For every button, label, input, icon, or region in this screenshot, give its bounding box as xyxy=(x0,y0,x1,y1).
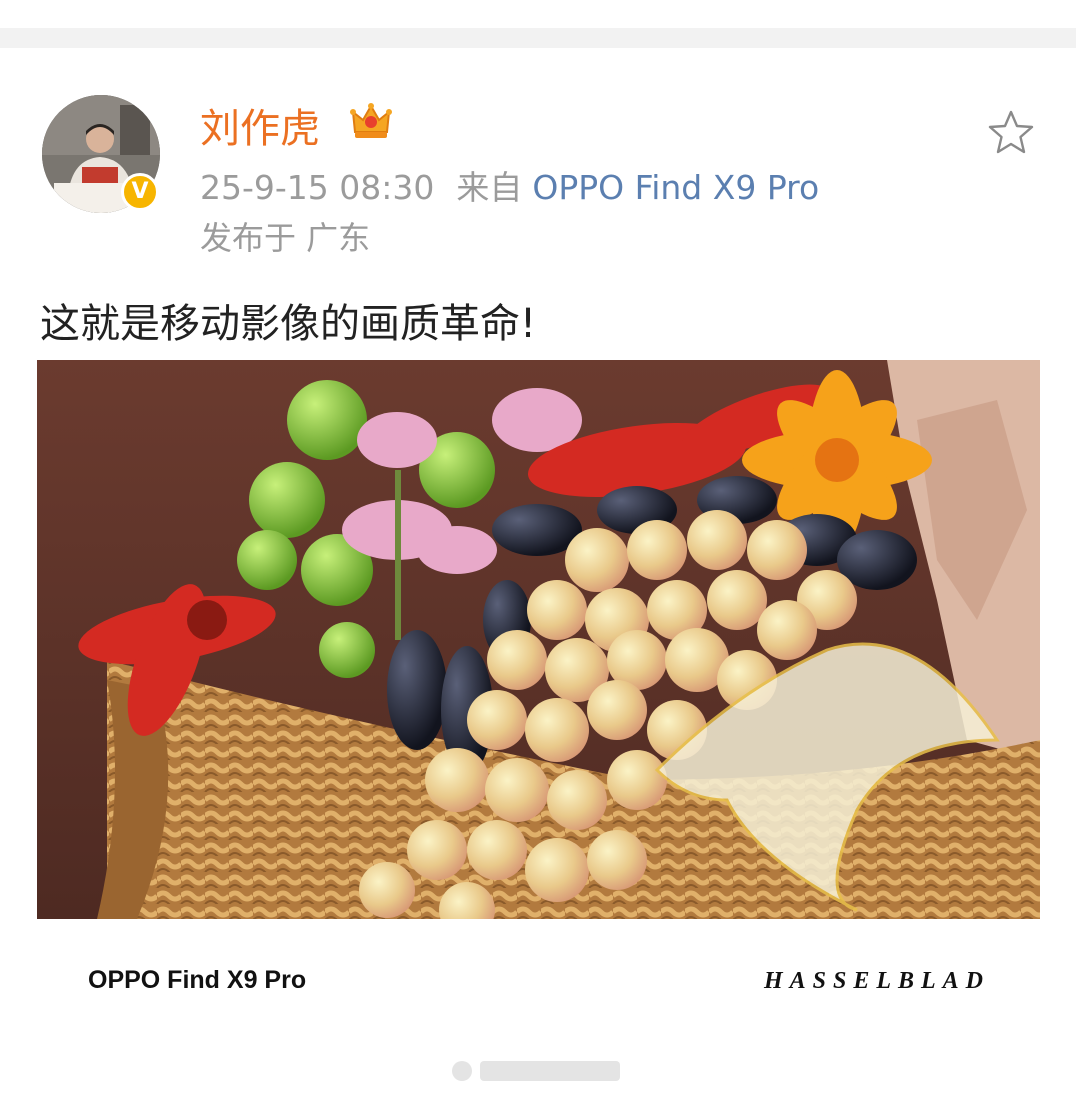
image-caption-device: OPPO Find X9 Pro xyxy=(88,966,307,994)
star-icon[interactable] xyxy=(986,108,1036,158)
post-timestamp: 25-9-15 08:30 xyxy=(200,168,435,207)
source-device-link[interactable]: OPPO Find X9 Pro xyxy=(532,168,819,207)
watermark-icon xyxy=(452,1061,620,1081)
photo-fruit-basket xyxy=(37,360,1040,919)
crown-icon[interactable] xyxy=(349,100,393,144)
top-separator xyxy=(0,28,1076,48)
image-caption-brand: HASSELBLAD xyxy=(763,968,990,994)
verified-badge-icon: V xyxy=(121,173,159,211)
post-location: 发布于 广东 xyxy=(200,219,371,257)
post-image[interactable] xyxy=(37,360,1040,919)
post-text: 这就是移动影像的画质革命! xyxy=(40,301,537,347)
post-meta: 25-9-15 08:30 来自 OPPO Find X9 Pro xyxy=(200,166,819,210)
username[interactable]: 刘作虎 xyxy=(200,96,320,154)
source-label: 来自 xyxy=(456,168,523,207)
